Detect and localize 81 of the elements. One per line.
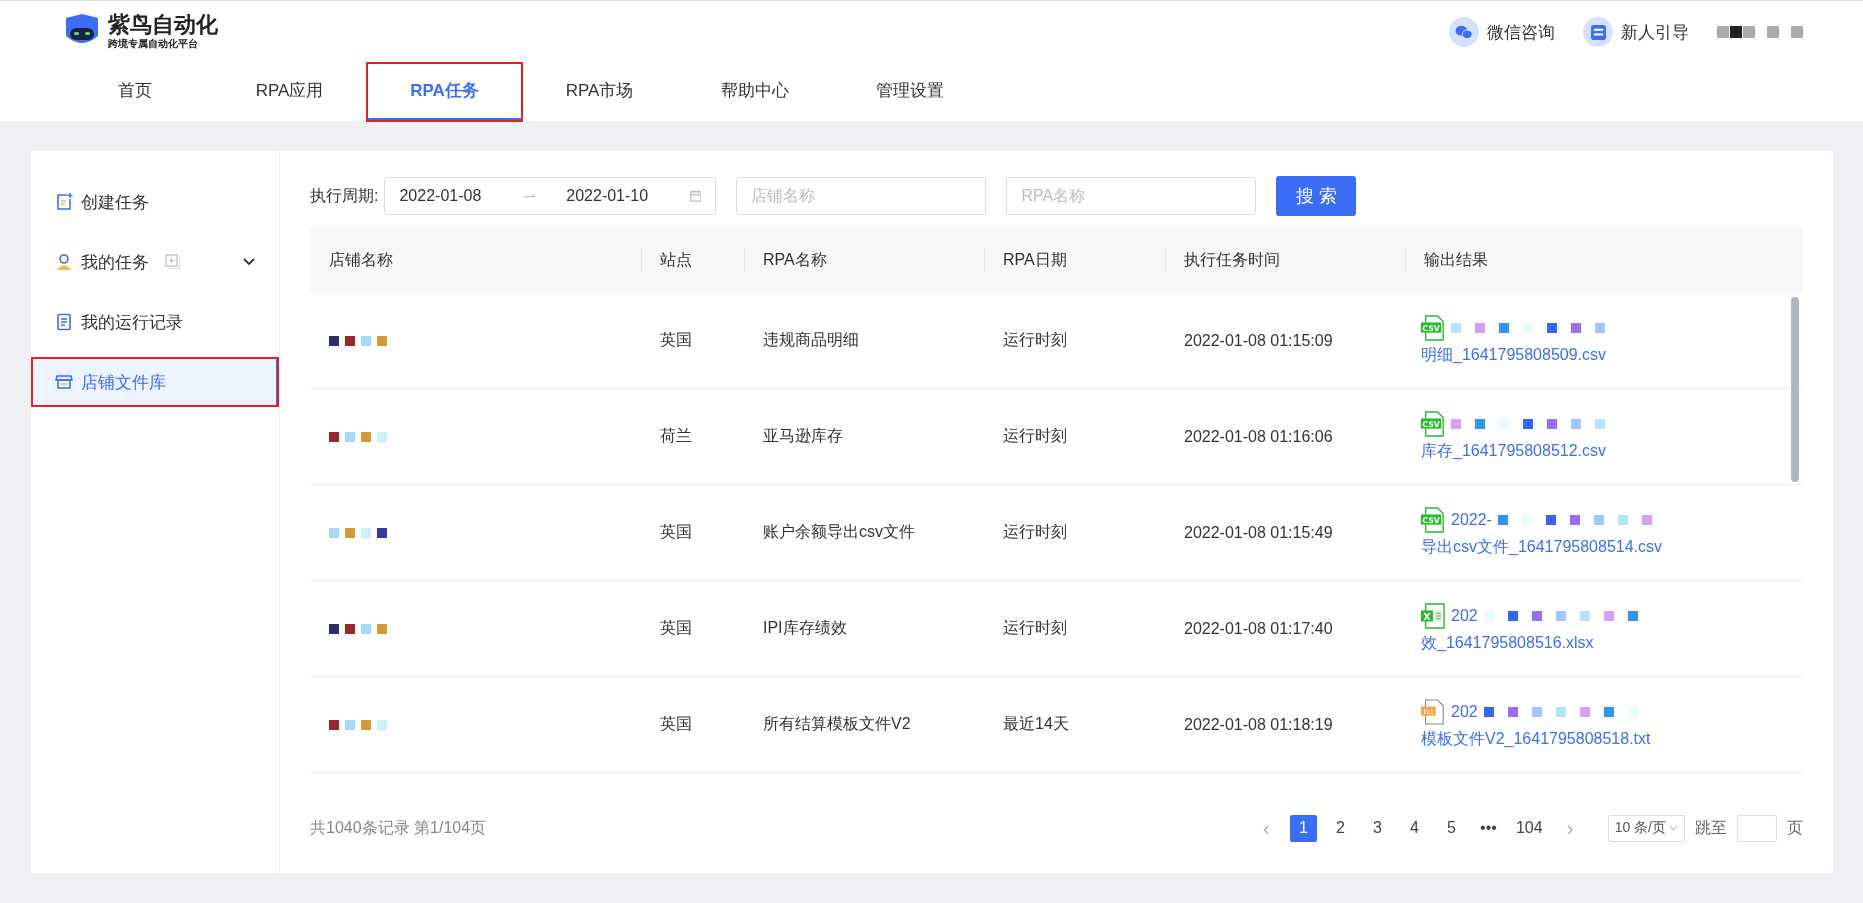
table-cell: 2022-01-08 01:16:06 xyxy=(1184,427,1333,445)
scrollbar[interactable] xyxy=(1791,297,1799,482)
nav-tab[interactable]: RPA任务 xyxy=(367,63,522,121)
table-cell: 运行时刻 xyxy=(1003,523,1067,540)
file-link[interactable]: 2022- xyxy=(1451,511,1492,529)
table-cell: 运行时刻 xyxy=(1003,331,1067,348)
file-link[interactable]: 导出csv文件_1641795808514.csv xyxy=(1421,537,1803,558)
add-square-icon xyxy=(165,254,181,270)
redacted-store-name xyxy=(329,527,387,538)
document-plus-icon xyxy=(55,193,73,211)
redacted-store-name xyxy=(329,623,387,634)
page-button[interactable]: 5 xyxy=(1437,814,1465,842)
rpa-name-field[interactable]: RPA名称 xyxy=(1006,177,1257,215)
table-cell: 英国 xyxy=(660,331,692,348)
table-cell: 违规商品明细 xyxy=(763,331,859,348)
file-link[interactable]: 库存_1641795808512.csv xyxy=(1421,441,1803,462)
search-button[interactable]: 搜 索 xyxy=(1276,176,1357,216)
record-summary: 共1040条记录 第1/104页 xyxy=(310,817,487,838)
table-cell: 所有结算模板文件V2 xyxy=(763,715,911,732)
file-link[interactable]: 明细_1641795808509.csv xyxy=(1421,345,1803,366)
chevron-down-icon xyxy=(1669,825,1678,831)
book-icon xyxy=(1590,24,1606,40)
table-cell: 英国 xyxy=(660,619,692,636)
table-cell: 亚马逊库存 xyxy=(763,427,843,444)
calendar-icon xyxy=(689,189,702,203)
list-document-icon xyxy=(55,313,73,331)
redacted-store-name xyxy=(329,719,387,730)
table-cell: 最近14天 xyxy=(1003,715,1069,732)
logo-title: 紫鸟自动化 xyxy=(108,13,218,37)
nav-tab[interactable]: RPA应用 xyxy=(212,63,367,121)
table-cell: 荷兰 xyxy=(660,427,692,444)
table-cell: 2022-01-08 01:15:49 xyxy=(1184,523,1333,541)
redacted-store-name xyxy=(329,431,387,442)
column-header: 输出结果 xyxy=(1424,249,1488,270)
table-cell: 账户余额导出csv文件 xyxy=(763,523,915,540)
period-label: 执行周期: xyxy=(310,185,379,206)
file-link[interactable]: 202 xyxy=(1451,703,1478,721)
table-cell: 英国 xyxy=(660,715,692,732)
file-link[interactable]: 模板文件V2_1641795808518.txt xyxy=(1421,729,1803,750)
page-button[interactable]: 104 xyxy=(1511,814,1547,842)
page-button[interactable]: ••• xyxy=(1474,814,1502,842)
page-button[interactable]: 2 xyxy=(1326,814,1354,842)
file-link[interactable]: 效_1641795808516.xlsx xyxy=(1421,633,1803,654)
store-name-field[interactable]: 店铺名称 xyxy=(736,177,987,215)
table-cell: 运行时刻 xyxy=(1003,427,1067,444)
redacted-store-name xyxy=(329,335,387,346)
nav-tab[interactable]: 帮助中心 xyxy=(677,63,832,121)
column-header: RPA日期 xyxy=(1003,249,1067,270)
user-icon xyxy=(55,253,73,271)
table-cell: 2022-01-08 01:18:19 xyxy=(1184,715,1333,733)
column-header: 执行任务时间 xyxy=(1184,249,1280,270)
table-cell: IPI库存绩效 xyxy=(763,619,847,636)
column-header: 站点 xyxy=(660,249,692,270)
sidebar-item[interactable]: 店铺文件库 xyxy=(31,357,279,407)
excel-file-icon: X xyxy=(1421,603,1445,629)
sidebar-item[interactable]: 我的任务 xyxy=(31,237,279,287)
page-unit-label: 页 xyxy=(1787,817,1803,838)
nav-tab[interactable]: 管理设置 xyxy=(832,63,987,121)
page-size-select[interactable]: 10 条/页 xyxy=(1607,814,1685,842)
table-cell: 2022-01-08 01:17:40 xyxy=(1184,619,1333,637)
store-icon xyxy=(55,373,73,391)
jump-label: 跳至 xyxy=(1695,817,1727,838)
sidebar-item[interactable]: 创建任务 xyxy=(31,177,279,227)
table-cell: 2022-01-08 01:15:09 xyxy=(1184,331,1333,349)
consult-link[interactable]: 微信咨询 xyxy=(1449,17,1555,47)
column-header: 店铺名称 xyxy=(329,249,393,270)
nav-tab[interactable]: 首页 xyxy=(57,63,212,121)
nav-tab[interactable]: RPA市场 xyxy=(522,63,677,121)
table-cell: 英国 xyxy=(660,523,692,540)
guide-link[interactable]: 新人引导 xyxy=(1583,17,1689,47)
sidebar-item[interactable]: 我的运行记录 xyxy=(31,297,279,347)
table-cell: 运行时刻 xyxy=(1003,619,1067,636)
logo-subtitle: 跨境专属自动化平台 xyxy=(108,37,199,51)
chat-bubbles-icon xyxy=(1455,24,1473,40)
page-button[interactable]: 4 xyxy=(1400,814,1428,842)
date-range-field[interactable]: 2022-01-08 2022-01-10 xyxy=(384,177,717,215)
page-button[interactable]: 1 xyxy=(1289,814,1317,842)
file-link[interactable]: 202 xyxy=(1451,607,1478,625)
page-button[interactable]: 3 xyxy=(1363,814,1391,842)
page-jump-field[interactable] xyxy=(1737,814,1777,842)
column-header: RPA名称 xyxy=(763,249,827,270)
